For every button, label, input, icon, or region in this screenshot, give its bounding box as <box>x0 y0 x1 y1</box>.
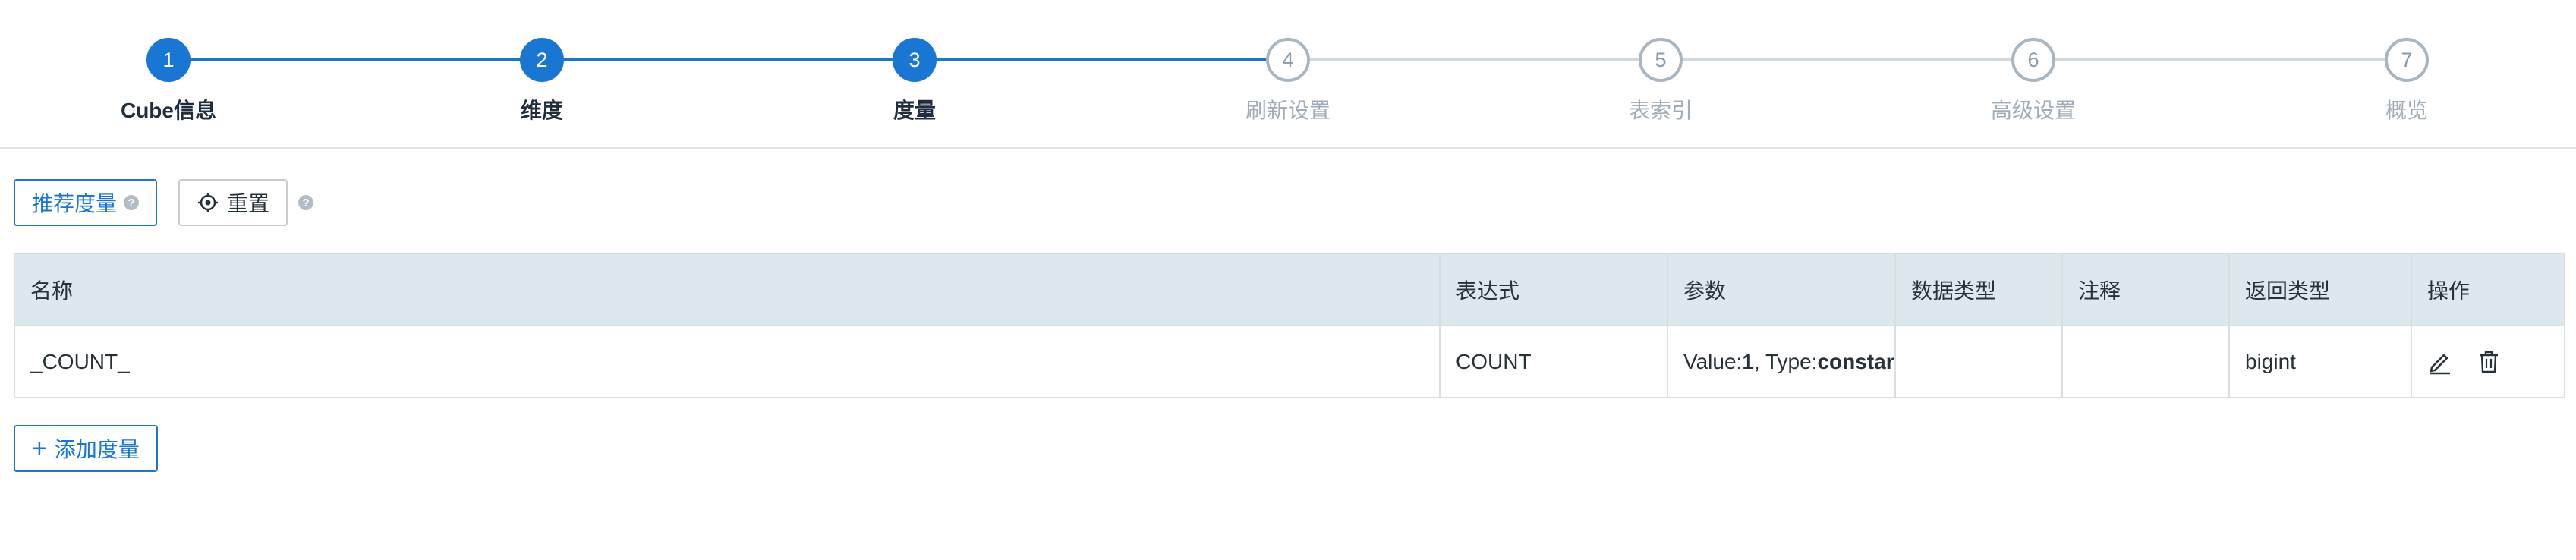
step-measures[interactable]: 3 度量 <box>801 0 1028 124</box>
step-label: 概览 <box>2385 99 2428 122</box>
wizard-stepper: 1 Cube信息 2 维度 3 度量 4 刷新设置 5 表索引 6 高级设置 7… <box>0 0 2576 149</box>
help-icon[interactable]: ? <box>124 195 140 210</box>
measure-toolbar: 推荐度量 ? 重置 ? <box>14 179 314 226</box>
param-type: constant <box>1817 349 1894 373</box>
column-header-expression[interactable]: 表达式 <box>1439 253 1668 326</box>
step-label: 度量 <box>893 99 936 122</box>
step-advanced-settings[interactable]: 6 高级设置 <box>1919 0 2147 124</box>
step-number: 5 <box>1639 38 1683 82</box>
table-row: _COUNT_ COUNT Value:1, Type:constant big… <box>14 325 2565 398</box>
step-label: 高级设置 <box>1990 99 2076 122</box>
step-overview[interactable]: 7 概览 <box>2293 0 2521 124</box>
reset-icon <box>198 193 219 212</box>
step-number: 7 <box>2385 38 2429 82</box>
step-label: 维度 <box>520 99 563 122</box>
column-header-return-type[interactable]: 返回类型 <box>2228 253 2412 326</box>
step-number: 3 <box>893 38 937 82</box>
column-header-data-type[interactable]: 数据类型 <box>1894 253 2063 326</box>
step-label: 刷新设置 <box>1245 99 1331 122</box>
plus-icon: + <box>32 434 47 463</box>
step-number: 2 <box>520 38 564 82</box>
add-measure-label: 添加度量 <box>54 438 140 461</box>
column-header-parameters[interactable]: 参数 <box>1667 253 1896 326</box>
reset-button[interactable]: 重置 <box>178 179 288 226</box>
column-header-actions: 操作 <box>2411 253 2565 326</box>
reset-label: 重置 <box>227 192 270 216</box>
step-cube-info[interactable]: 1 Cube信息 <box>55 0 282 124</box>
cell-parameters: Value:1, Type:constant <box>1667 325 1896 398</box>
column-header-name[interactable]: 名称 <box>14 253 1441 326</box>
help-icon[interactable]: ? <box>298 195 314 210</box>
cell-name: _COUNT_ <box>14 325 1441 398</box>
stepper-remaining-line <box>1284 58 2406 61</box>
param-type-key: , Type: <box>1753 349 1818 373</box>
recommend-measures-button[interactable]: 推荐度量 ? <box>14 179 158 226</box>
param-value-key: Value: <box>1683 349 1743 373</box>
column-header-comment[interactable]: 注释 <box>2061 253 2230 326</box>
recommend-measures-label: 推荐度量 <box>32 192 118 216</box>
param-value: 1 <box>1742 349 1754 373</box>
step-label: Cube信息 <box>120 99 216 122</box>
step-refresh-settings[interactable]: 4 刷新设置 <box>1174 0 1402 124</box>
step-number: 6 <box>2011 38 2055 82</box>
edit-icon[interactable] <box>2427 349 2453 375</box>
table-header-row: 名称 表达式 参数 数据类型 注释 返回类型 操作 <box>14 253 2565 326</box>
cell-actions <box>2411 325 2565 398</box>
cell-expression: COUNT <box>1439 325 1668 398</box>
step-number: 4 <box>1266 38 1310 82</box>
stepper-progress-line <box>168 58 1284 61</box>
add-measure-button[interactable]: + 添加度量 <box>14 425 158 472</box>
step-dimensions[interactable]: 2 维度 <box>428 0 656 124</box>
delete-icon[interactable] <box>2476 349 2502 375</box>
measures-table: 名称 表达式 参数 数据类型 注释 返回类型 操作 _COUNT_ COUNT … <box>14 253 2565 398</box>
cell-return-type: bigint <box>2228 325 2412 398</box>
step-label: 表索引 <box>1628 99 1693 122</box>
cell-data-type <box>1894 325 2063 398</box>
cell-comment <box>2061 325 2230 398</box>
step-number: 1 <box>146 38 191 82</box>
step-table-index[interactable]: 5 表索引 <box>1547 0 1775 124</box>
